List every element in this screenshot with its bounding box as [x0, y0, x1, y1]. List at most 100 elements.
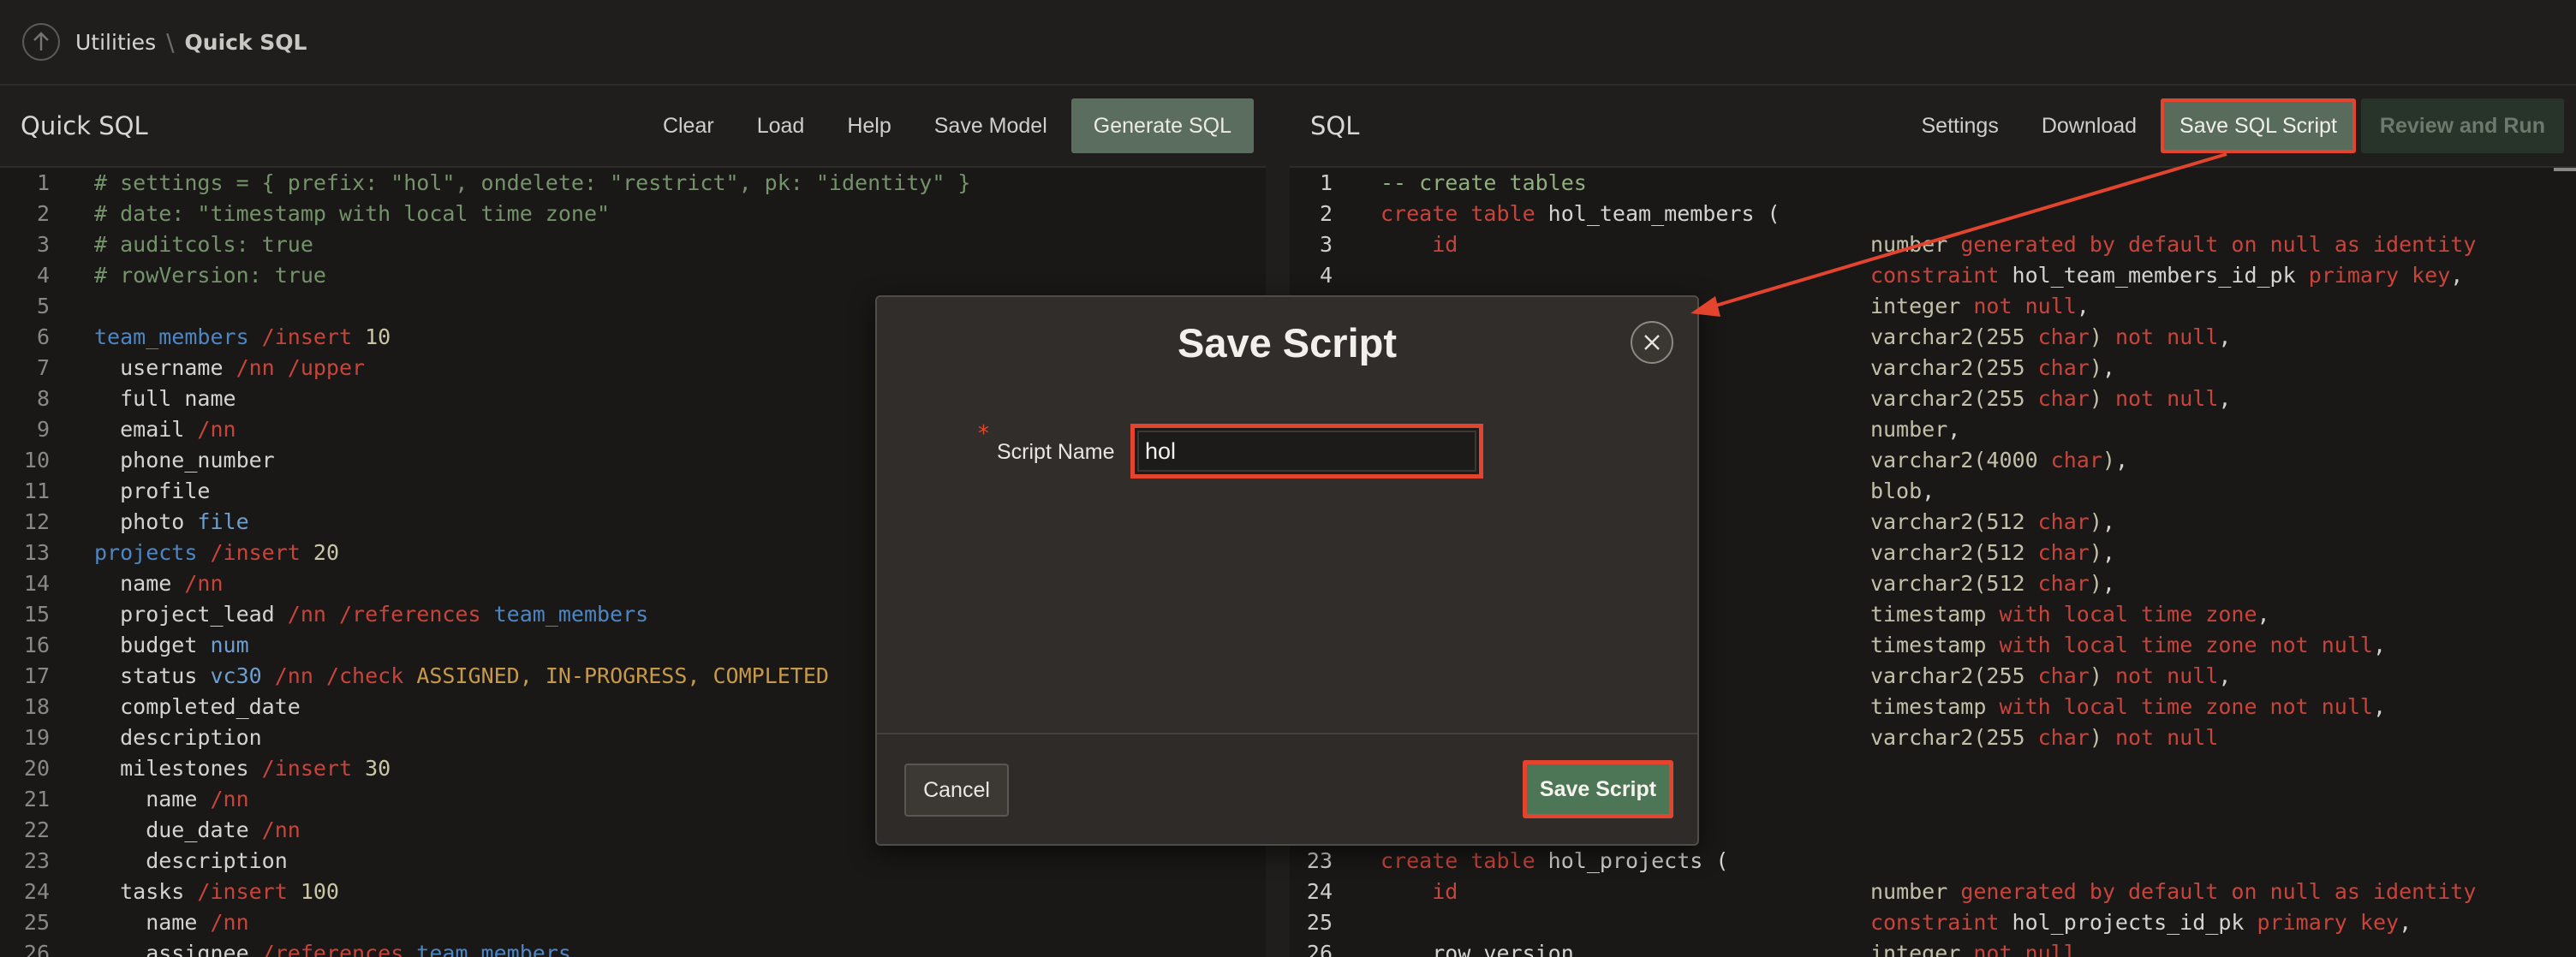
line-number: 14 — [23, 571, 50, 596]
clear-button[interactable]: Clear — [644, 98, 733, 153]
save-sql-script-button[interactable]: Save SQL Script — [2161, 98, 2356, 153]
code-token: timestamp — [1869, 694, 1987, 719]
code-token: varchar2(255 — [1869, 324, 2025, 349]
code-token: projects — [94, 540, 198, 565]
code-token: name — [94, 910, 198, 935]
line-text: name /nn — [50, 568, 224, 599]
code-token: description — [94, 725, 262, 750]
code-token: hol_team_members_id_pk — [1999, 263, 2309, 288]
line-text: milestones /insert 30 — [50, 753, 391, 784]
code-token: varchar2(512 — [1869, 509, 2025, 534]
close-icon[interactable] — [1631, 321, 1673, 364]
line-number: 13 — [23, 540, 50, 565]
code-token: , — [2102, 540, 2115, 565]
code-token: 10 — [352, 324, 391, 349]
code-token: , — [2450, 263, 2464, 288]
code-token: not null — [1960, 941, 2077, 957]
code-token: , — [2218, 324, 2232, 349]
sql-toolbar: Settings Download Save SQL Script Review… — [1898, 98, 2564, 153]
code-token: char — [2024, 324, 2090, 349]
line-text: create table hol_team_members ( — [1333, 199, 1780, 229]
script-name-input[interactable]: hol — [1130, 424, 1483, 478]
script-name-value: hol — [1145, 437, 1177, 464]
line-number: 11 — [23, 478, 50, 503]
line-text: -- create tables — [1333, 168, 1587, 199]
code-token: not null — [2102, 324, 2219, 349]
line-number: 25 — [23, 910, 50, 935]
code-token: , — [2076, 294, 2090, 318]
code-token: create table — [1380, 848, 1535, 873]
code-token: not null — [2102, 386, 2219, 411]
code-token: , — [2102, 571, 2115, 596]
code-token: number — [1869, 417, 1948, 442]
code-token: tasks — [94, 879, 185, 904]
settings-button[interactable]: Settings — [1903, 98, 2018, 153]
line-text: status vc30 /nn /check ASSIGNED, IN-PROG… — [50, 661, 829, 692]
code-token: char — [2024, 663, 2090, 688]
code-token: /nn — [171, 571, 224, 596]
code-token: ) — [2089, 663, 2102, 688]
line-text: # auditcols: true — [50, 229, 313, 260]
code-line: 24 id number generated by default on nul… — [1290, 877, 2576, 907]
line-text: profile — [50, 476, 210, 507]
top-bar: Utilities \ Quick SQL — [0, 0, 2576, 86]
code-token: , — [2102, 355, 2115, 380]
line-number: 8 — [36, 386, 50, 411]
code-token: create table — [1380, 201, 1535, 226]
dialog-footer: Cancel Save Script — [877, 733, 1697, 844]
breadcrumb-utilities[interactable]: Utilities — [75, 30, 156, 55]
line-number: 12 — [23, 509, 50, 534]
line-text: row_version integer not null — [1333, 938, 2077, 957]
code-token: primary key — [2257, 910, 2400, 935]
code-token: , — [1922, 478, 1935, 503]
code-token: ) — [2089, 355, 2102, 380]
save-script-button[interactable]: Save Script — [1523, 760, 1673, 818]
code-token: assignee — [94, 941, 249, 957]
code-token: integer — [1869, 294, 1961, 318]
line-text: assignee /references team_members — [50, 938, 571, 957]
required-indicator: * — [978, 421, 989, 447]
code-token: ) — [2089, 509, 2102, 534]
scrollbar-indicator[interactable] — [2554, 168, 2576, 171]
line-number: 21 — [23, 787, 50, 811]
cancel-button[interactable]: Cancel — [904, 764, 1009, 817]
load-button[interactable]: Load — [738, 98, 824, 153]
code-token: varchar2(512 — [1869, 571, 2025, 596]
line-text: username /nn /upper — [50, 353, 365, 383]
code-token: due_date — [94, 817, 249, 842]
input-inner-border — [1137, 431, 1476, 472]
code-token: not null — [1960, 294, 2077, 318]
code-token: 100 — [287, 879, 339, 904]
line-number: 5 — [36, 294, 50, 318]
code-token: name — [94, 787, 198, 811]
code-token: budget — [94, 633, 198, 657]
code-token: hol_team_members ( — [1535, 201, 1780, 226]
arrow-up-icon[interactable] — [22, 23, 60, 61]
save-model-button[interactable]: Save Model — [915, 98, 1066, 153]
code-token: photo — [94, 509, 185, 534]
pane-title: Quick SQL — [21, 111, 148, 140]
code-token: # date: "timestamp with local time zone" — [94, 201, 611, 226]
quick-sql-header: Quick SQL Clear Load Help Save Model Gen… — [0, 86, 1266, 168]
code-token: varchar2(255 — [1869, 725, 2025, 750]
code-token: name — [94, 571, 172, 596]
code-token: /nn /check — [261, 663, 404, 688]
line-number: 20 — [23, 756, 50, 781]
line-number: 16 — [23, 633, 50, 657]
line-number: 19 — [23, 725, 50, 750]
generate-sql-button[interactable]: Generate SQL — [1070, 98, 1254, 153]
code-token: /insert — [248, 756, 353, 781]
code-token: not null — [2102, 725, 2219, 750]
code-token: milestones — [94, 756, 249, 781]
code-token: # rowVersion: true — [94, 263, 326, 288]
code-token: varchar2(255 — [1869, 663, 2025, 688]
download-button[interactable]: Download — [2023, 98, 2156, 153]
help-button[interactable]: Help — [828, 98, 909, 153]
line-text: # settings = { prefix: "hol", ondelete: … — [50, 168, 971, 199]
line-number: 22 — [23, 817, 50, 842]
code-token: char — [2024, 725, 2090, 750]
code-token: ) — [2089, 540, 2102, 565]
code-line: 23 create table hol_projects ( — [1290, 846, 2576, 877]
